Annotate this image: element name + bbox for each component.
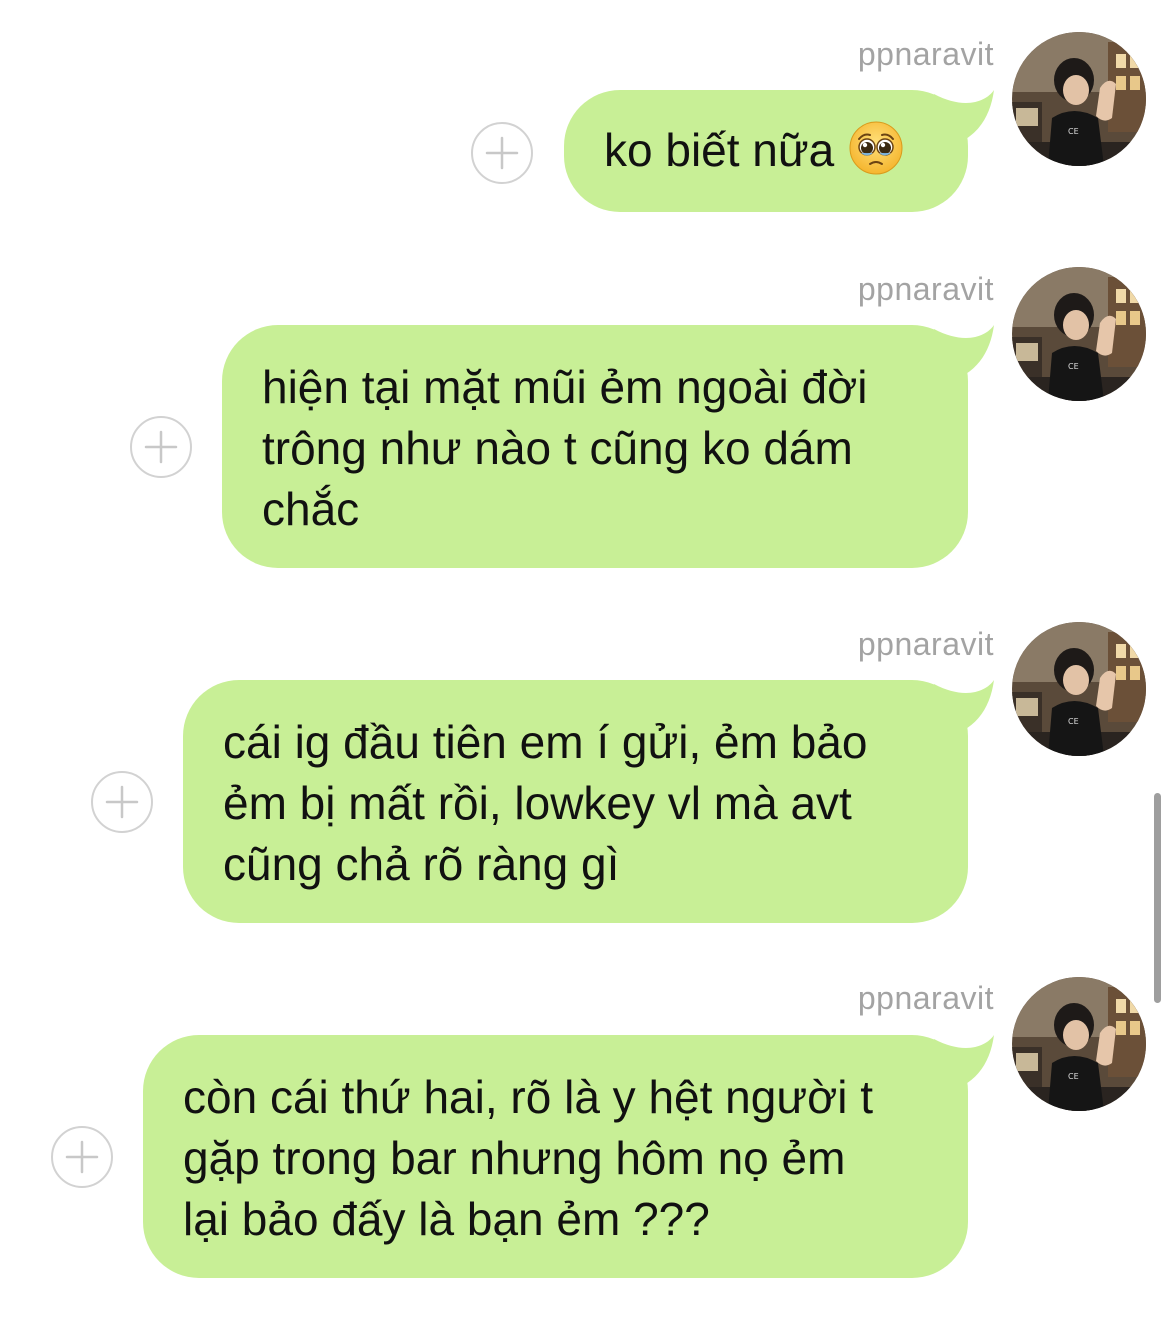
message-bubble[interactable]: còn cái thứ hai, rõ là y hệt người t gặp… bbox=[143, 1035, 994, 1278]
avatar[interactable]: CE bbox=[1012, 267, 1146, 401]
message-text: ko biết nữa bbox=[604, 120, 968, 181]
svg-text:CE: CE bbox=[1068, 127, 1079, 136]
message-text: cái ig đầu tiên em í gửi, ẻm bảo ẻm bị m… bbox=[223, 716, 868, 890]
bubble-tail bbox=[934, 90, 994, 148]
message-bubble[interactable]: cái ig đầu tiên em í gửi, ẻm bảo ẻm bị m… bbox=[183, 680, 994, 923]
message-text: còn cái thứ hai, rõ là y hệt người t gặp… bbox=[183, 1071, 874, 1245]
avatar[interactable]: CE bbox=[1012, 977, 1146, 1111]
avatar-photo: CE bbox=[1012, 267, 1146, 401]
pleading-face-emoji-icon bbox=[849, 121, 903, 175]
add-reaction-button[interactable] bbox=[91, 771, 153, 833]
plus-circle-icon bbox=[485, 136, 519, 170]
avatar-photo: CE bbox=[1012, 32, 1146, 166]
svg-text:CE: CE bbox=[1068, 362, 1079, 371]
bubble-tail bbox=[934, 325, 994, 383]
add-reaction-button[interactable] bbox=[130, 416, 192, 478]
svg-text:CE: CE bbox=[1068, 717, 1079, 726]
plus-circle-icon bbox=[144, 430, 178, 464]
plus-circle-icon bbox=[105, 785, 139, 819]
plus-circle-icon bbox=[65, 1140, 99, 1174]
sender-name: ppnaravit bbox=[857, 271, 994, 307]
message-bubble[interactable]: hiện tại mặt mũi ẻm ngoài đời trông như … bbox=[222, 325, 994, 568]
message-text: hiện tại mặt mũi ẻm ngoài đời trông như … bbox=[262, 361, 868, 535]
bubble-tail bbox=[934, 1035, 994, 1093]
add-reaction-button[interactable] bbox=[471, 122, 533, 184]
avatar[interactable]: CE bbox=[1012, 622, 1146, 756]
svg-text:CE: CE bbox=[1068, 1072, 1079, 1081]
bubble-tail bbox=[934, 680, 994, 738]
add-reaction-button[interactable] bbox=[51, 1126, 113, 1188]
sender-name: ppnaravit bbox=[857, 626, 994, 662]
avatar-photo: CE bbox=[1012, 977, 1146, 1111]
sender-name: ppnaravit bbox=[857, 36, 994, 72]
message-bubble[interactable]: ko biết nữa bbox=[564, 90, 994, 212]
sender-name: ppnaravit bbox=[857, 980, 994, 1016]
avatar-photo: CE bbox=[1012, 622, 1146, 756]
scrollbar[interactable] bbox=[1154, 793, 1161, 1003]
avatar[interactable]: CE bbox=[1012, 32, 1146, 166]
